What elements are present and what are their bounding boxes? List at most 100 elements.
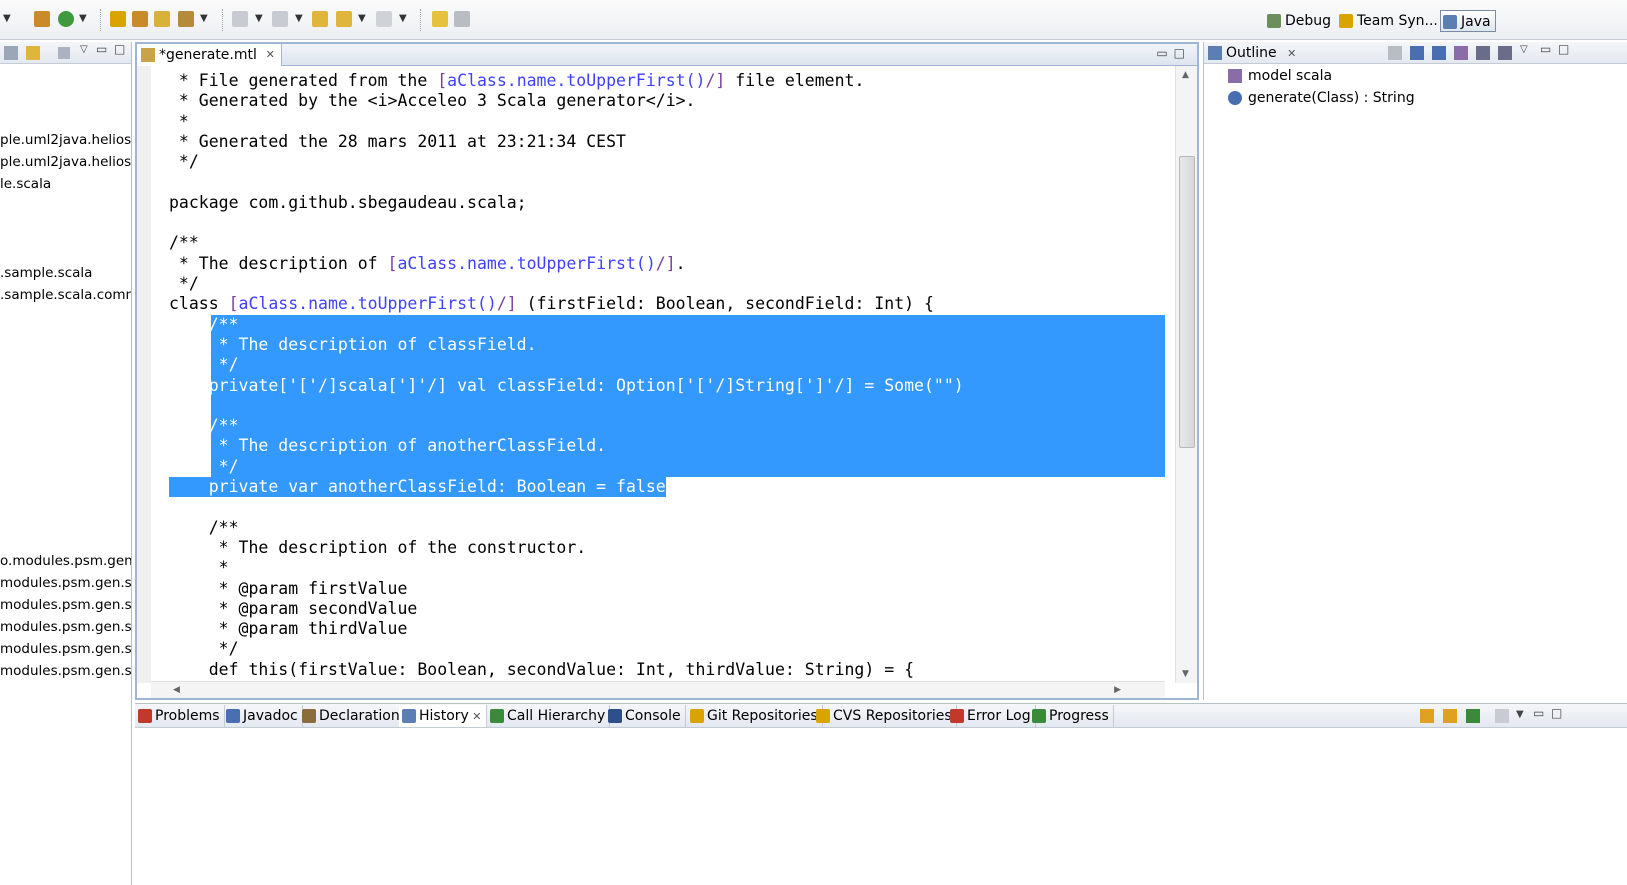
- code-line[interactable]: class [aClass.name.toUpperFirst()/] (fir…: [169, 294, 934, 314]
- search-dropdown-icon[interactable]: ▼: [200, 14, 208, 24]
- minimize-icon[interactable]: ▭: [1533, 706, 1544, 720]
- tree-item[interactable]: modules.psm.gen.sc: [0, 574, 131, 592]
- code-area[interactable]: * File generated from the [aClass.name.t…: [151, 66, 1165, 683]
- tree-item[interactable]: le.scala: [0, 175, 51, 193]
- outline-item-module[interactable]: model scala: [1228, 67, 1332, 85]
- tab-cvs-repositories[interactable]: CVS Repositories: [813, 705, 957, 727]
- tree-item[interactable]: modules.psm.gen.sc: [0, 640, 131, 658]
- tab-outline[interactable]: Outline ✕: [1206, 42, 1296, 64]
- new-wizard-icon[interactable]: [34, 11, 50, 27]
- code-line[interactable]: */: [169, 274, 199, 294]
- run-icon[interactable]: [58, 11, 74, 27]
- tree-item[interactable]: .sample.scala.comm: [0, 286, 131, 304]
- hide-fields-icon[interactable]: [1388, 46, 1402, 60]
- forward-dropdown-icon[interactable]: ▼: [399, 14, 407, 24]
- scroll-up-icon[interactable]: ▲: [1182, 70, 1189, 80]
- last-edit-location-icon[interactable]: [312, 11, 328, 27]
- next-annotation-dropdown-icon[interactable]: ▼: [255, 14, 263, 24]
- view-menu-icon[interactable]: ▽: [1520, 44, 1528, 55]
- run-dropdown-icon[interactable]: ▼: [79, 14, 87, 24]
- tab-console[interactable]: Console: [605, 705, 686, 727]
- code-line[interactable]: */: [169, 457, 239, 477]
- tree-item[interactable]: modules.psm.gen.sc: [0, 618, 131, 636]
- tab-progress[interactable]: Progress: [1029, 705, 1114, 727]
- close-icon[interactable]: ✕: [266, 44, 275, 66]
- tab-history[interactable]: History ✕: [399, 705, 487, 727]
- code-line[interactable]: * @param firstValue: [169, 579, 408, 599]
- view-menu-icon[interactable]: ▼: [1516, 709, 1524, 720]
- minimize-icon[interactable]: ▭: [96, 42, 107, 56]
- code-line[interactable]: private['['/]scala[']'/] val classField:…: [169, 376, 964, 396]
- back-arrow-icon[interactable]: [336, 11, 352, 27]
- tree-item[interactable]: .sample.scala: [0, 264, 92, 282]
- code-line[interactable]: /**: [169, 518, 239, 538]
- tab-problems[interactable]: Problems: [135, 705, 225, 727]
- collapse-all-icon[interactable]: [4, 46, 18, 60]
- code-line[interactable]: package com.github.sbegaudeau.scala;: [169, 193, 527, 213]
- tree-item[interactable]: modules.psm.gen.sc: [0, 662, 131, 680]
- code-line[interactable]: */: [169, 152, 199, 172]
- hide-non-public-icon[interactable]: [1476, 46, 1490, 60]
- previous-annotation-dropdown-icon[interactable]: ▼: [295, 14, 303, 24]
- maximize-icon[interactable]: □: [1558, 42, 1569, 56]
- code-line[interactable]: */: [169, 355, 239, 375]
- show-whitespace-icon[interactable]: [454, 11, 470, 27]
- tab-error-log[interactable]: Error Log: [947, 705, 1036, 727]
- filter-icon[interactable]: [1454, 46, 1468, 60]
- code-line[interactable]: * The description of anotherClassField.: [169, 436, 606, 456]
- code-line[interactable]: * @param thirdValue: [169, 619, 408, 639]
- search-icon[interactable]: [178, 11, 194, 27]
- code-line[interactable]: *: [169, 112, 189, 132]
- tab-declaration[interactable]: Declaration: [299, 705, 405, 727]
- code-line[interactable]: * The description of the constructor.: [169, 538, 587, 558]
- perspective-debug[interactable]: Debug: [1265, 10, 1331, 32]
- sort-alphabetically-icon[interactable]: [1432, 46, 1446, 60]
- tab-javadoc[interactable]: Javadoc: [223, 705, 303, 727]
- tree-item[interactable]: o.modules.psm.gen.: [0, 552, 131, 570]
- tree-item[interactable]: ple.uml2java.helios: [0, 131, 131, 149]
- code-line[interactable]: private var anotherClassField: Boolean =…: [169, 477, 666, 497]
- code-line[interactable]: * @param secondValue: [169, 599, 418, 619]
- perspective-team-sync[interactable]: Team Syn...: [1337, 10, 1438, 32]
- scroll-down-icon[interactable]: ▼: [1182, 669, 1189, 679]
- vertical-scrollbar[interactable]: ▲ ▼: [1175, 66, 1197, 683]
- code-line[interactable]: /**: [169, 416, 239, 436]
- outline-item-template[interactable]: generate(Class) : String: [1228, 89, 1415, 107]
- view-menu-icon[interactable]: ▽: [80, 44, 88, 55]
- open-project-icon[interactable]: [110, 11, 126, 27]
- open-folder-icon[interactable]: [154, 11, 170, 27]
- code-line[interactable]: * Generated by the <i>Acceleo 3 Scala ge…: [169, 91, 696, 111]
- maximize-icon[interactable]: □: [1551, 706, 1562, 720]
- maximize-icon[interactable]: □: [114, 42, 125, 56]
- horizontal-scrollbar[interactable]: ◀ ▶: [151, 681, 1165, 698]
- perspective-java[interactable]: Java: [1440, 10, 1496, 32]
- filter-icon[interactable]: [58, 47, 70, 59]
- open-type-icon[interactable]: [132, 11, 148, 27]
- back-dropdown-icon[interactable]: ▼: [358, 14, 366, 24]
- tab-call-hierarchy[interactable]: Call Hierarchy: [487, 705, 611, 727]
- minimize-icon[interactable]: ▭: [1540, 42, 1551, 56]
- scroll-right-icon[interactable]: ▶: [1114, 685, 1121, 695]
- history-icon[interactable]: [1495, 709, 1509, 723]
- mark-occurrences-icon[interactable]: [432, 11, 448, 27]
- code-line[interactable]: */: [169, 639, 239, 659]
- code-line[interactable]: * The description of classField.: [169, 335, 537, 355]
- code-line[interactable]: * Generated the 28 mars 2011 at 23:21:34…: [169, 132, 626, 152]
- close-icon[interactable]: ✕: [469, 710, 481, 723]
- tab-git-repositories[interactable]: Git Repositories: [687, 705, 823, 727]
- scrollbar-thumb[interactable]: [1179, 156, 1195, 448]
- link-with-editor-icon[interactable]: [26, 46, 40, 60]
- sort-icon[interactable]: [1410, 46, 1424, 60]
- code-line[interactable]: /**: [169, 233, 199, 253]
- code-line[interactable]: * The description of [aClass.name.toUppe…: [169, 254, 686, 274]
- tree-item[interactable]: modules.psm.gen.sc: [0, 596, 131, 614]
- link-icon[interactable]: [1420, 709, 1434, 723]
- code-line[interactable]: /**: [169, 315, 239, 335]
- scroll-left-icon[interactable]: ◀: [173, 685, 180, 695]
- code-line[interactable]: *: [169, 558, 229, 578]
- next-annotation-icon[interactable]: [232, 11, 248, 27]
- pin-icon[interactable]: [1466, 709, 1480, 723]
- tree-item[interactable]: ple.uml2java.helios.: [0, 153, 131, 171]
- tab-generate-mtl[interactable]: *generate.mtl ✕: [137, 44, 282, 66]
- hide-static-icon[interactable]: [1498, 46, 1512, 60]
